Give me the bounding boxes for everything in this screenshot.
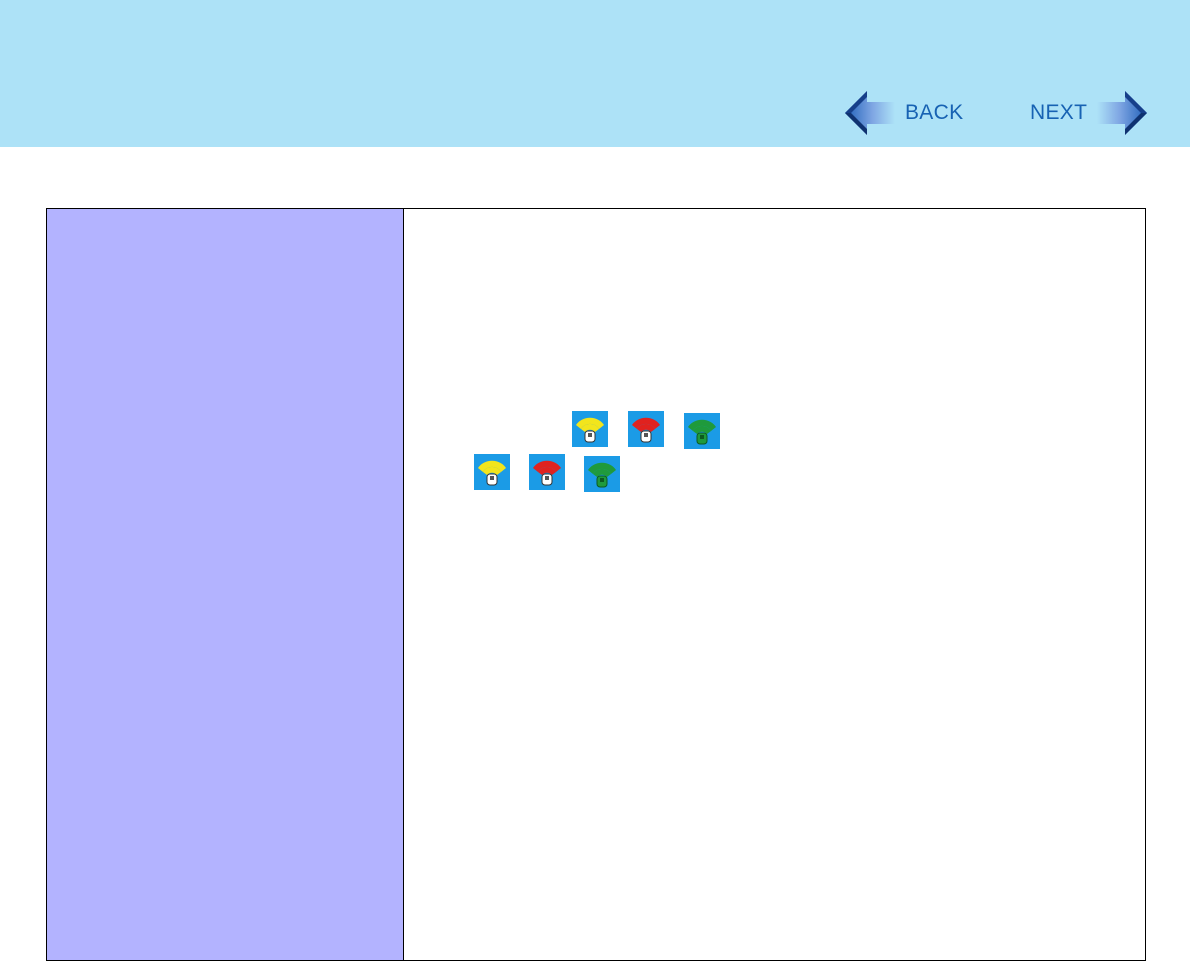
next-button[interactable]: NEXT bbox=[1030, 88, 1149, 138]
arrow-left-icon bbox=[843, 88, 897, 138]
header-bar: BACK NEXT bbox=[0, 0, 1190, 147]
content-table bbox=[46, 208, 1146, 961]
wireless-signal-yellow-icon bbox=[474, 454, 510, 490]
wireless-signal-green-icon bbox=[684, 413, 720, 449]
arrow-right-icon bbox=[1095, 88, 1149, 138]
wireless-signal-red-icon bbox=[628, 411, 664, 447]
wireless-signal-red-icon bbox=[529, 454, 565, 490]
description-column bbox=[404, 209, 1145, 960]
back-label: BACK bbox=[905, 101, 964, 124]
wireless-signal-yellow-icon bbox=[572, 411, 608, 447]
back-button[interactable]: BACK bbox=[843, 88, 963, 138]
wireless-signal-green-icon bbox=[584, 456, 620, 492]
next-label: NEXT bbox=[1030, 101, 1088, 124]
topic-column bbox=[47, 209, 404, 960]
